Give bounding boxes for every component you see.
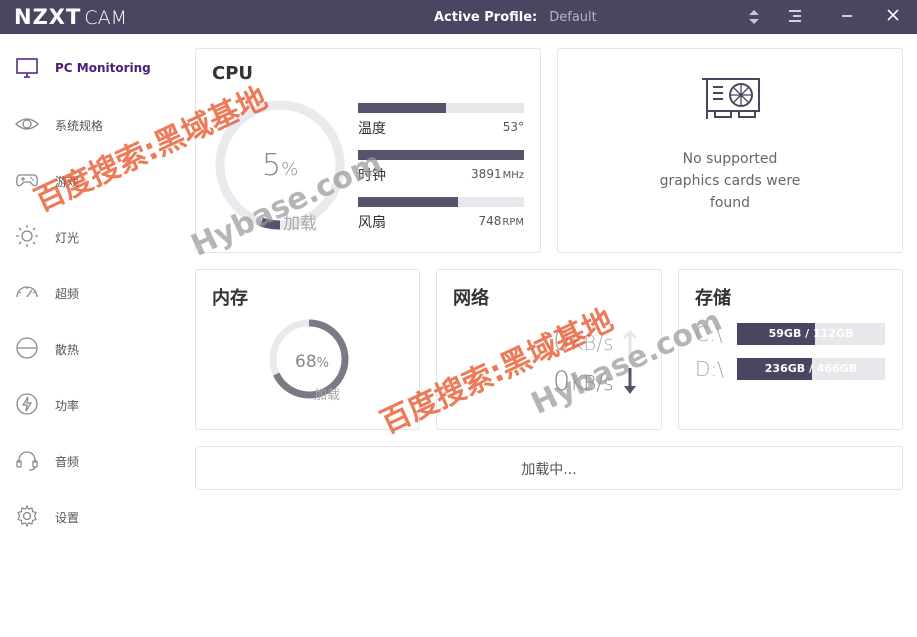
title-bar: NZXT CAM Active Profile: Default [0, 0, 917, 34]
upload-arrow-icon [623, 330, 637, 358]
cpu-temp-bar [358, 103, 524, 113]
memory-label: 加载 [314, 388, 341, 403]
sidebar-item-audio[interactable]: 音频 [0, 440, 180, 480]
close-icon[interactable] [884, 8, 902, 26]
app-logo: NZXT CAM [14, 5, 127, 29]
cpu-load-value: 5 [262, 148, 282, 183]
drive-c-label: C:\ [695, 322, 723, 346]
minimize-icon[interactable] [838, 8, 856, 26]
drive-d-label: D:\ [695, 357, 724, 381]
sidebar-item-pc-monitoring[interactable]: PC Monitoring [0, 48, 180, 88]
sidebar-item-settings[interactable]: 设置 [0, 496, 180, 536]
sidebar-item-label: 游戏 [55, 175, 80, 189]
active-profile[interactable]: Active Profile: Default [434, 10, 597, 25]
cpu-fan-label: 风扇 [358, 215, 386, 231]
menu-icon[interactable] [786, 8, 804, 26]
cpu-clock-fill [358, 150, 524, 160]
sidebar-item-overclock[interactable]: 超频 [0, 272, 180, 312]
sidebar-item-label: 系统规格 [55, 119, 104, 133]
memory-unit: % [316, 356, 329, 371]
network-download: 0KB/s [553, 366, 614, 397]
product-name: CAM [84, 7, 127, 29]
cpu-fan-unit: RPM [502, 217, 524, 228]
gpu-message-line2: graphics cards were [659, 173, 801, 189]
storage-card[interactable]: 存储 C:\ 59GB / 112GB D:\ 236GB / 466GB [678, 269, 903, 430]
profile-value[interactable]: Default [549, 10, 597, 25]
cpu-clock-bar [358, 150, 524, 160]
sort-arrows-icon[interactable] [745, 8, 763, 26]
cpu-clock-readout: 3891MHz [444, 167, 524, 181]
sidebar-item-cooling[interactable]: 散热 [0, 328, 180, 368]
network-title: 网络 [453, 288, 489, 309]
brand-name: NZXT [14, 5, 82, 29]
cpu-card[interactable]: CPU 5% 加载 温度 53° 时钟 3891MHz 风扇 748RPM [195, 48, 541, 253]
headset-icon [16, 451, 38, 471]
network-up-value: 0 [553, 326, 571, 357]
cpu-clock-label: 时钟 [358, 168, 386, 184]
drive-c-usage: 59GB / 112GB [768, 327, 854, 340]
network-card[interactable]: 网络 0KB/s 0KB/s [436, 269, 662, 430]
sidebar-item-label: 超频 [55, 287, 80, 301]
cpu-fan-fill [358, 197, 458, 207]
memory-title: 内存 [212, 288, 248, 309]
gamepad-icon [16, 174, 38, 187]
drive-c-bar: 59GB / 112GB [737, 323, 885, 345]
sun-icon [16, 225, 38, 247]
memory-card[interactable]: 内存 68% 加载 [195, 269, 420, 430]
lightning-icon [16, 393, 38, 415]
monitor-icon [16, 58, 38, 78]
gpu-message-line3: found [709, 195, 751, 211]
loading-label: 加载中... [521, 462, 577, 478]
cpu-load-readout: 5% [262, 148, 298, 183]
download-arrow-icon [624, 368, 636, 394]
cpu-temp-label: 温度 [358, 121, 386, 137]
profile-label: Active Profile: [434, 10, 538, 25]
sidebar-item-games[interactable]: 游戏 [0, 160, 180, 200]
memory-value: 68 [295, 352, 317, 372]
sidebar-item-label: 功率 [55, 399, 80, 413]
network-up-unit: KB/s [570, 331, 614, 355]
sidebar-item-label: 散热 [55, 343, 80, 357]
network-upload: 0KB/s [553, 326, 614, 357]
cpu-fan-value: 748 [478, 214, 502, 228]
cpu-fan-bar [358, 197, 524, 207]
sidebar-item-label: 设置 [55, 511, 80, 525]
cpu-temp-value: 53° [502, 120, 524, 134]
sidebar-item-specs[interactable]: 系统规格 [0, 104, 180, 144]
cpu-fan-readout: 748RPM [444, 214, 524, 228]
sidebar-item-lighting[interactable]: 灯光 [0, 216, 180, 256]
cpu-load-unit: % [281, 159, 299, 180]
sidebar-item-power[interactable]: 功率 [0, 384, 180, 424]
network-down-value: 0 [553, 366, 571, 397]
sidebar-item-label: PC Monitoring [55, 61, 151, 75]
speedometer-icon [16, 286, 38, 298]
memory-load-readout: 68% [295, 352, 329, 372]
drive-d-usage: 236GB / 466GB [764, 362, 858, 375]
cpu-load-label: 加载 [283, 214, 317, 234]
sidebar-item-label: 灯光 [55, 231, 80, 245]
gpu-card[interactable]: No supported graphics cards were found [557, 48, 903, 253]
graphics-card-icon [702, 78, 760, 119]
sidebar-item-label: 音频 [55, 455, 80, 469]
drive-d-bar: 236GB / 466GB [737, 358, 885, 380]
eye-icon [15, 118, 39, 130]
network-down-unit: KB/s [570, 371, 614, 395]
fan-icon [16, 337, 38, 359]
cpu-clock-unit: MHz [502, 170, 524, 181]
gpu-message-line1: No supported [682, 151, 778, 167]
cpu-temp-fill [358, 103, 446, 113]
cpu-clock-value: 3891 [471, 167, 502, 181]
loading-panel: 加载中... [195, 446, 903, 490]
cpu-title: CPU [212, 63, 254, 84]
sidebar: PC Monitoring 系统规格 游戏 灯光 超频 散热 功率 音频 设置 [0, 34, 180, 637]
storage-title: 存储 [695, 288, 731, 309]
gear-icon [17, 504, 37, 528]
